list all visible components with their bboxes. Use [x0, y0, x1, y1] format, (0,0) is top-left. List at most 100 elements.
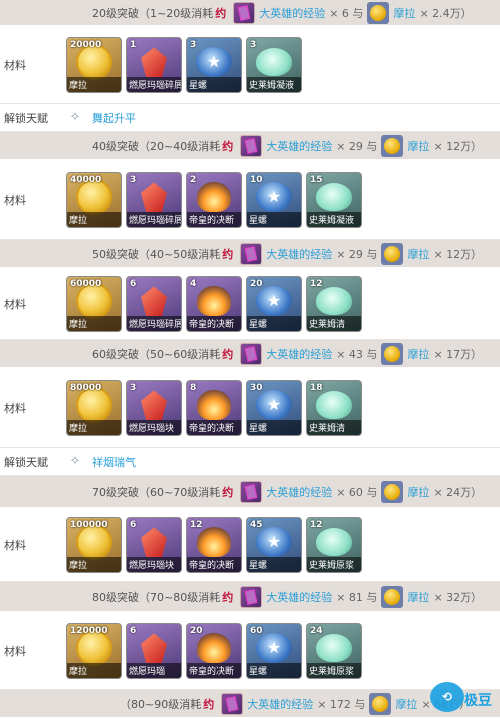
material-item[interactable]: 6 燃愿玛瑙碎屑: [126, 275, 182, 332]
approx-label: 约: [222, 590, 234, 604]
material-item[interactable]: 24 史莱姆原浆: [306, 622, 362, 679]
item-quantity: 10: [250, 174, 263, 185]
item-name: 摩拉: [67, 315, 121, 331]
material-item[interactable]: 12 史莱姆清: [306, 275, 362, 332]
material-label: 材料: [4, 193, 26, 207]
item-quantity: 4: [190, 278, 197, 289]
section-header: 60级突破（50~60级消耗约 大英雄的经验 × 43 与 摩拉 × 17万）: [0, 340, 500, 368]
star-icon: ★: [196, 47, 232, 78]
material-item[interactable]: 6 燃愿玛瑙: [126, 622, 182, 679]
material-item[interactable]: 3 史莱姆凝液: [246, 36, 302, 93]
talent-name[interactable]: 祥烟瑞气: [92, 454, 136, 470]
hero-exp-link[interactable]: 大英雄的经验: [266, 484, 332, 500]
item-name: 摩拉: [67, 419, 121, 435]
section-header: 20级突破（1~20级消耗约 大英雄的经验 × 6 与 摩拉 × 2.4万）: [0, 0, 500, 26]
material-item[interactable]: 100000 摩拉: [66, 516, 122, 573]
material-item[interactable]: 15 史莱姆凝液: [306, 171, 362, 228]
mora-link[interactable]: 摩拉: [407, 138, 429, 154]
material-list: 20000 摩拉 1 燃愿玛瑙碎屑 ★ 3 星螺 3 史莱姆凝液: [66, 36, 302, 93]
hero-exp-link[interactable]: 大英雄的经验: [266, 589, 332, 605]
hero-exp-link[interactable]: 大英雄的经验: [266, 138, 332, 154]
item-name: 星螺: [247, 315, 301, 331]
material-item[interactable]: 1 燃愿玛瑙碎屑: [126, 36, 182, 93]
talent-entry[interactable]: ✧ 祥烟瑞气: [66, 453, 136, 471]
material-row: 材料 20000 摩拉 1 燃愿玛瑙碎屑 ★ 3 星螺 3 史莱姆凝液: [0, 26, 500, 104]
exp-quantity: × 172 与: [317, 697, 366, 711]
header-prefix: 50级突破（40~50级消耗: [92, 247, 221, 261]
slime-icon: [256, 48, 292, 77]
item-quantity: 1: [130, 39, 137, 50]
header-prefix: （80~90级消耗: [120, 697, 202, 711]
item-name: 摩拉: [67, 76, 121, 92]
coin-icon: [76, 44, 112, 81]
talent-label: 解锁天赋: [4, 455, 48, 469]
material-item[interactable]: 3 燃愿玛瑙块: [126, 379, 182, 436]
material-item[interactable]: 80000 摩拉: [66, 379, 122, 436]
item-name: 燃愿玛瑙碎屑: [127, 76, 181, 92]
item-name: 星螺: [187, 76, 241, 92]
material-item[interactable]: 18 史莱姆清: [306, 379, 362, 436]
crystal-icon: [141, 286, 167, 317]
material-item[interactable]: 20000 摩拉: [66, 36, 122, 93]
crystal-icon: [141, 527, 167, 558]
item-name: 燃愿玛瑙块: [127, 419, 181, 435]
material-item[interactable]: ★ 30 星螺: [246, 379, 302, 436]
mora-link[interactable]: 摩拉: [393, 5, 415, 21]
material-label: 材料: [4, 58, 26, 72]
material-item[interactable]: ★ 60 星螺: [246, 622, 302, 679]
item-quantity: 20: [190, 625, 203, 636]
material-item[interactable]: 60000 摩拉: [66, 275, 122, 332]
material-item[interactable]: 12 史莱姆原浆: [306, 516, 362, 573]
material-item[interactable]: ★ 45 星螺: [246, 516, 302, 573]
slime-icon: [316, 528, 352, 557]
material-item[interactable]: ★ 3 星螺: [186, 36, 242, 93]
material-item[interactable]: 20 帝皇的决断: [186, 622, 242, 679]
item-name: 史莱姆凝液: [307, 211, 361, 227]
exp-quantity: × 43 与: [336, 347, 378, 361]
item-name: 摩拉: [67, 662, 121, 678]
material-item[interactable]: 120000 摩拉: [66, 622, 122, 679]
mora-link[interactable]: 摩拉: [407, 346, 429, 362]
material-item[interactable]: 2 帝皇的决断: [186, 171, 242, 228]
mora-quantity: × 2.4万）: [419, 6, 472, 20]
hero-exp-link[interactable]: 大英雄的经验: [259, 5, 325, 21]
material-item[interactable]: 40000 摩拉: [66, 171, 122, 228]
hero-exp-link[interactable]: 大英雄的经验: [266, 246, 332, 262]
exp-quantity: × 29 与: [336, 139, 378, 153]
material-list: 80000 摩拉 3 燃愿玛瑙块 8 帝皇的决断 ★ 30 星螺 18 史莱姆清: [66, 379, 362, 436]
mora-link[interactable]: 摩拉: [407, 589, 429, 605]
material-item[interactable]: ★ 20 星螺: [246, 275, 302, 332]
approx-label: 约: [203, 697, 215, 711]
material-item[interactable]: 6 燃愿玛瑙块: [126, 516, 182, 573]
material-list: 120000 摩拉 6 燃愿玛瑙 20 帝皇的决断 ★ 60 星螺 24 史莱姆原浆: [66, 622, 362, 679]
header-prefix: 20级突破（1~20级消耗: [92, 6, 214, 20]
star-icon: ★: [256, 390, 292, 421]
mora-quantity: × 12万）: [433, 139, 483, 153]
hero-exp-icon: [240, 585, 263, 608]
item-quantity: 8: [190, 382, 197, 393]
item-name: 星螺: [247, 662, 301, 678]
material-item[interactable]: 3 燃愿玛瑙碎屑: [126, 171, 182, 228]
item-name: 星螺: [247, 419, 301, 435]
hero-exp-link[interactable]: 大英雄的经验: [266, 346, 332, 362]
mora-link[interactable]: 摩拉: [407, 246, 429, 262]
item-name: 摩拉: [67, 211, 121, 227]
material-item[interactable]: 12 帝皇的决断: [186, 516, 242, 573]
star-icon: ★: [256, 182, 292, 213]
material-label: 材料: [4, 297, 26, 311]
hero-exp-link[interactable]: 大英雄的经验: [247, 696, 313, 712]
item-quantity: 60: [250, 625, 263, 636]
item-quantity: 6: [130, 278, 137, 289]
material-item[interactable]: ★ 10 星螺: [246, 171, 302, 228]
approx-label: 约: [222, 485, 234, 499]
talent-entry[interactable]: ✧ 舞起升平: [66, 109, 136, 127]
mora-icon: [381, 342, 404, 365]
mora-link[interactable]: 摩拉: [407, 484, 429, 500]
material-item[interactable]: 4 帝皇的决断: [186, 275, 242, 332]
material-item[interactable]: 8 帝皇的决断: [186, 379, 242, 436]
item-name: 帝皇的决断: [187, 419, 241, 435]
mora-icon: [381, 585, 404, 608]
talent-name[interactable]: 舞起升平: [92, 110, 136, 126]
coin-icon: [76, 179, 112, 216]
star-icon: ★: [256, 633, 292, 664]
